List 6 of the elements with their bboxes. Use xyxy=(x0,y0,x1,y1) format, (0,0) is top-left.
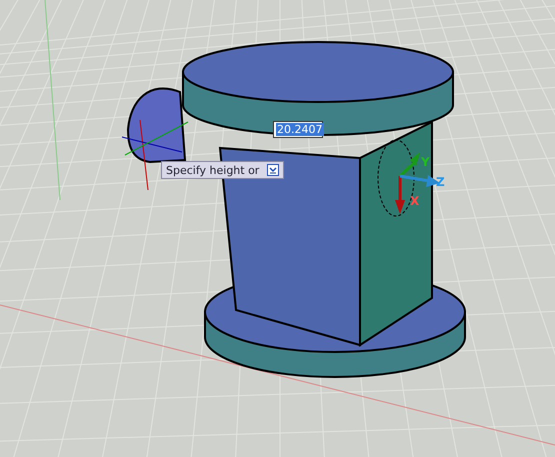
dimension-input-field[interactable]: 20.2407 xyxy=(273,121,323,138)
axis-label: Y xyxy=(421,156,430,168)
prompt-text: Specify height or xyxy=(166,164,260,176)
axis-label: Z xyxy=(436,176,445,188)
axis-label: X xyxy=(410,195,420,207)
dropdown-icon[interactable] xyxy=(267,164,279,176)
